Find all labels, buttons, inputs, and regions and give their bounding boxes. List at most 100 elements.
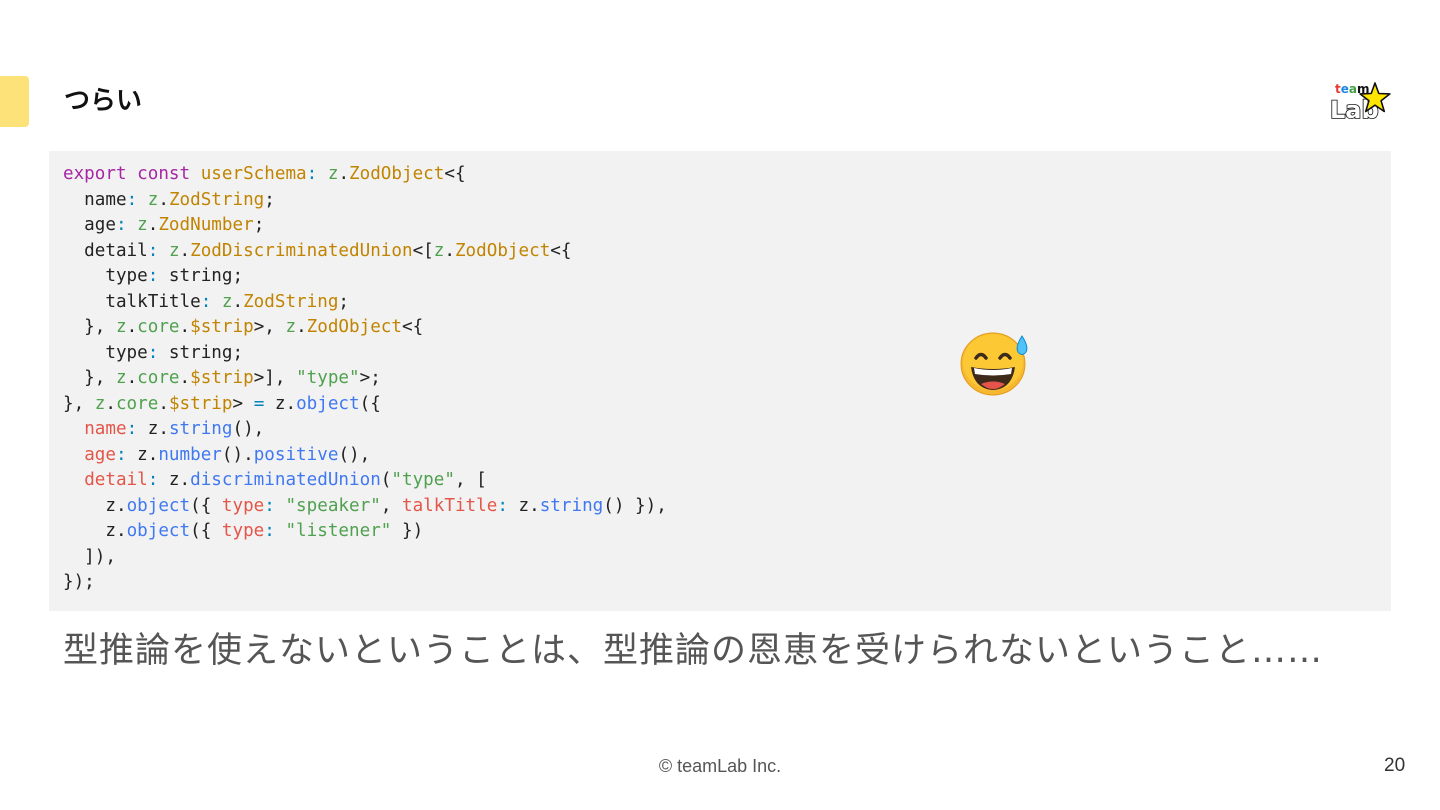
code-token: (),	[232, 419, 265, 439]
code-token: z.	[126, 444, 159, 465]
code-token: z	[433, 240, 445, 261]
code-token: ;	[338, 291, 350, 312]
code-token: $strip	[190, 368, 254, 388]
code-token: z.	[137, 419, 169, 439]
code-token: age	[63, 215, 116, 235]
code-token: string;	[158, 342, 244, 363]
code-token: .	[296, 317, 307, 337]
code-token: name	[63, 189, 127, 210]
grinning-face-with-sweat-icon	[960, 332, 1028, 396]
code-token: .	[338, 164, 350, 184]
teamlab-logo: team Lab	[1329, 82, 1391, 125]
code-line: }, z.core.$strip>, z.ZodObject<{	[63, 317, 423, 337]
code-token: <{	[444, 164, 466, 184]
code-token: :	[115, 215, 127, 235]
code-token: .	[444, 240, 455, 261]
title-accent-bar	[0, 76, 29, 127]
code-token: type	[63, 342, 148, 363]
code-token: :	[264, 521, 275, 541]
code-token: , [	[454, 470, 487, 490]
code-token: $strip	[168, 393, 233, 414]
code-token: z	[147, 189, 159, 210]
code-token: .	[179, 240, 191, 261]
code-line: });	[63, 572, 95, 592]
code-token: });	[63, 572, 95, 592]
code-token: z.	[63, 495, 127, 516]
code-token: talkTitle	[63, 291, 201, 312]
code-token: z	[221, 291, 233, 312]
code-token: :	[115, 444, 127, 465]
code-token: object	[126, 521, 191, 541]
code-token: ;	[253, 215, 265, 235]
code-token: positive	[253, 444, 339, 465]
code-block: export const userSchema: z.ZodObject<{ n…	[49, 151, 1391, 611]
code-line: }, z.core.$strip>], "type">;	[63, 368, 381, 388]
code-token: const	[137, 164, 191, 184]
code-token: :	[200, 291, 212, 312]
code-token: age	[84, 444, 116, 465]
code-token: >;	[359, 368, 381, 388]
code-token: string	[539, 495, 604, 516]
code-token: })	[391, 521, 424, 541]
code-token: z.	[264, 393, 297, 414]
code-token: detail	[84, 470, 148, 490]
code-token: ZodString	[243, 291, 339, 312]
code-token: talkTitle	[402, 495, 498, 516]
code-token: userSchema	[200, 164, 307, 184]
code-token: .	[126, 368, 138, 388]
code-token: type	[221, 495, 265, 516]
code-token: <[	[412, 240, 434, 261]
code-token: },	[63, 393, 95, 414]
code-token: :	[147, 342, 159, 363]
code-token: type	[221, 521, 265, 541]
code-text: export const userSchema: z.ZodObject<{ n…	[63, 162, 667, 596]
code-token: z	[137, 215, 148, 235]
code-line: talkTitle: z.ZodString;	[63, 292, 349, 312]
code-token: .	[179, 368, 191, 388]
code-token: .	[105, 393, 116, 414]
code-token: .	[147, 215, 159, 235]
code-token: ({	[190, 495, 222, 516]
code-token: z	[285, 317, 297, 337]
code-token: object	[126, 495, 191, 516]
slide-caption: 型推論を使えないということは、型推論の恩恵を受けられないということ……	[63, 631, 1324, 671]
code-token: ZodDiscriminatedUnion	[190, 240, 413, 261]
code-token: $strip	[190, 317, 254, 337]
code-token: ,	[380, 495, 402, 516]
code-line: name: z.ZodString;	[63, 190, 275, 210]
code-token: core	[137, 317, 180, 337]
code-token: >,	[253, 317, 286, 337]
code-token: z.	[158, 470, 191, 490]
code-token: ZodObject	[349, 164, 445, 184]
code-token: "type"	[296, 368, 360, 388]
code-token: ({	[359, 393, 381, 414]
code-token: =	[253, 393, 265, 414]
code-line: type: string;	[63, 343, 243, 363]
code-token: z	[115, 317, 127, 337]
code-token: >	[232, 393, 254, 414]
code-token: z	[115, 368, 127, 388]
code-line: z.object({ type: "speaker", talkTitle: z…	[63, 495, 666, 516]
code-token: .	[126, 317, 138, 337]
code-token: ;	[264, 189, 275, 210]
code-token: detail	[63, 240, 148, 261]
slide-title: つらい	[64, 86, 143, 116]
code-token: discriminatedUnion	[190, 470, 381, 490]
code-token: object	[296, 393, 360, 414]
code-token: "type"	[391, 470, 455, 490]
code-token: :	[147, 470, 159, 490]
code-token: (),	[338, 444, 371, 465]
code-token: .	[179, 317, 191, 337]
code-token: :	[126, 419, 138, 439]
code-token: :	[497, 495, 508, 516]
code-token: },	[63, 317, 116, 337]
code-token: z	[94, 393, 106, 414]
